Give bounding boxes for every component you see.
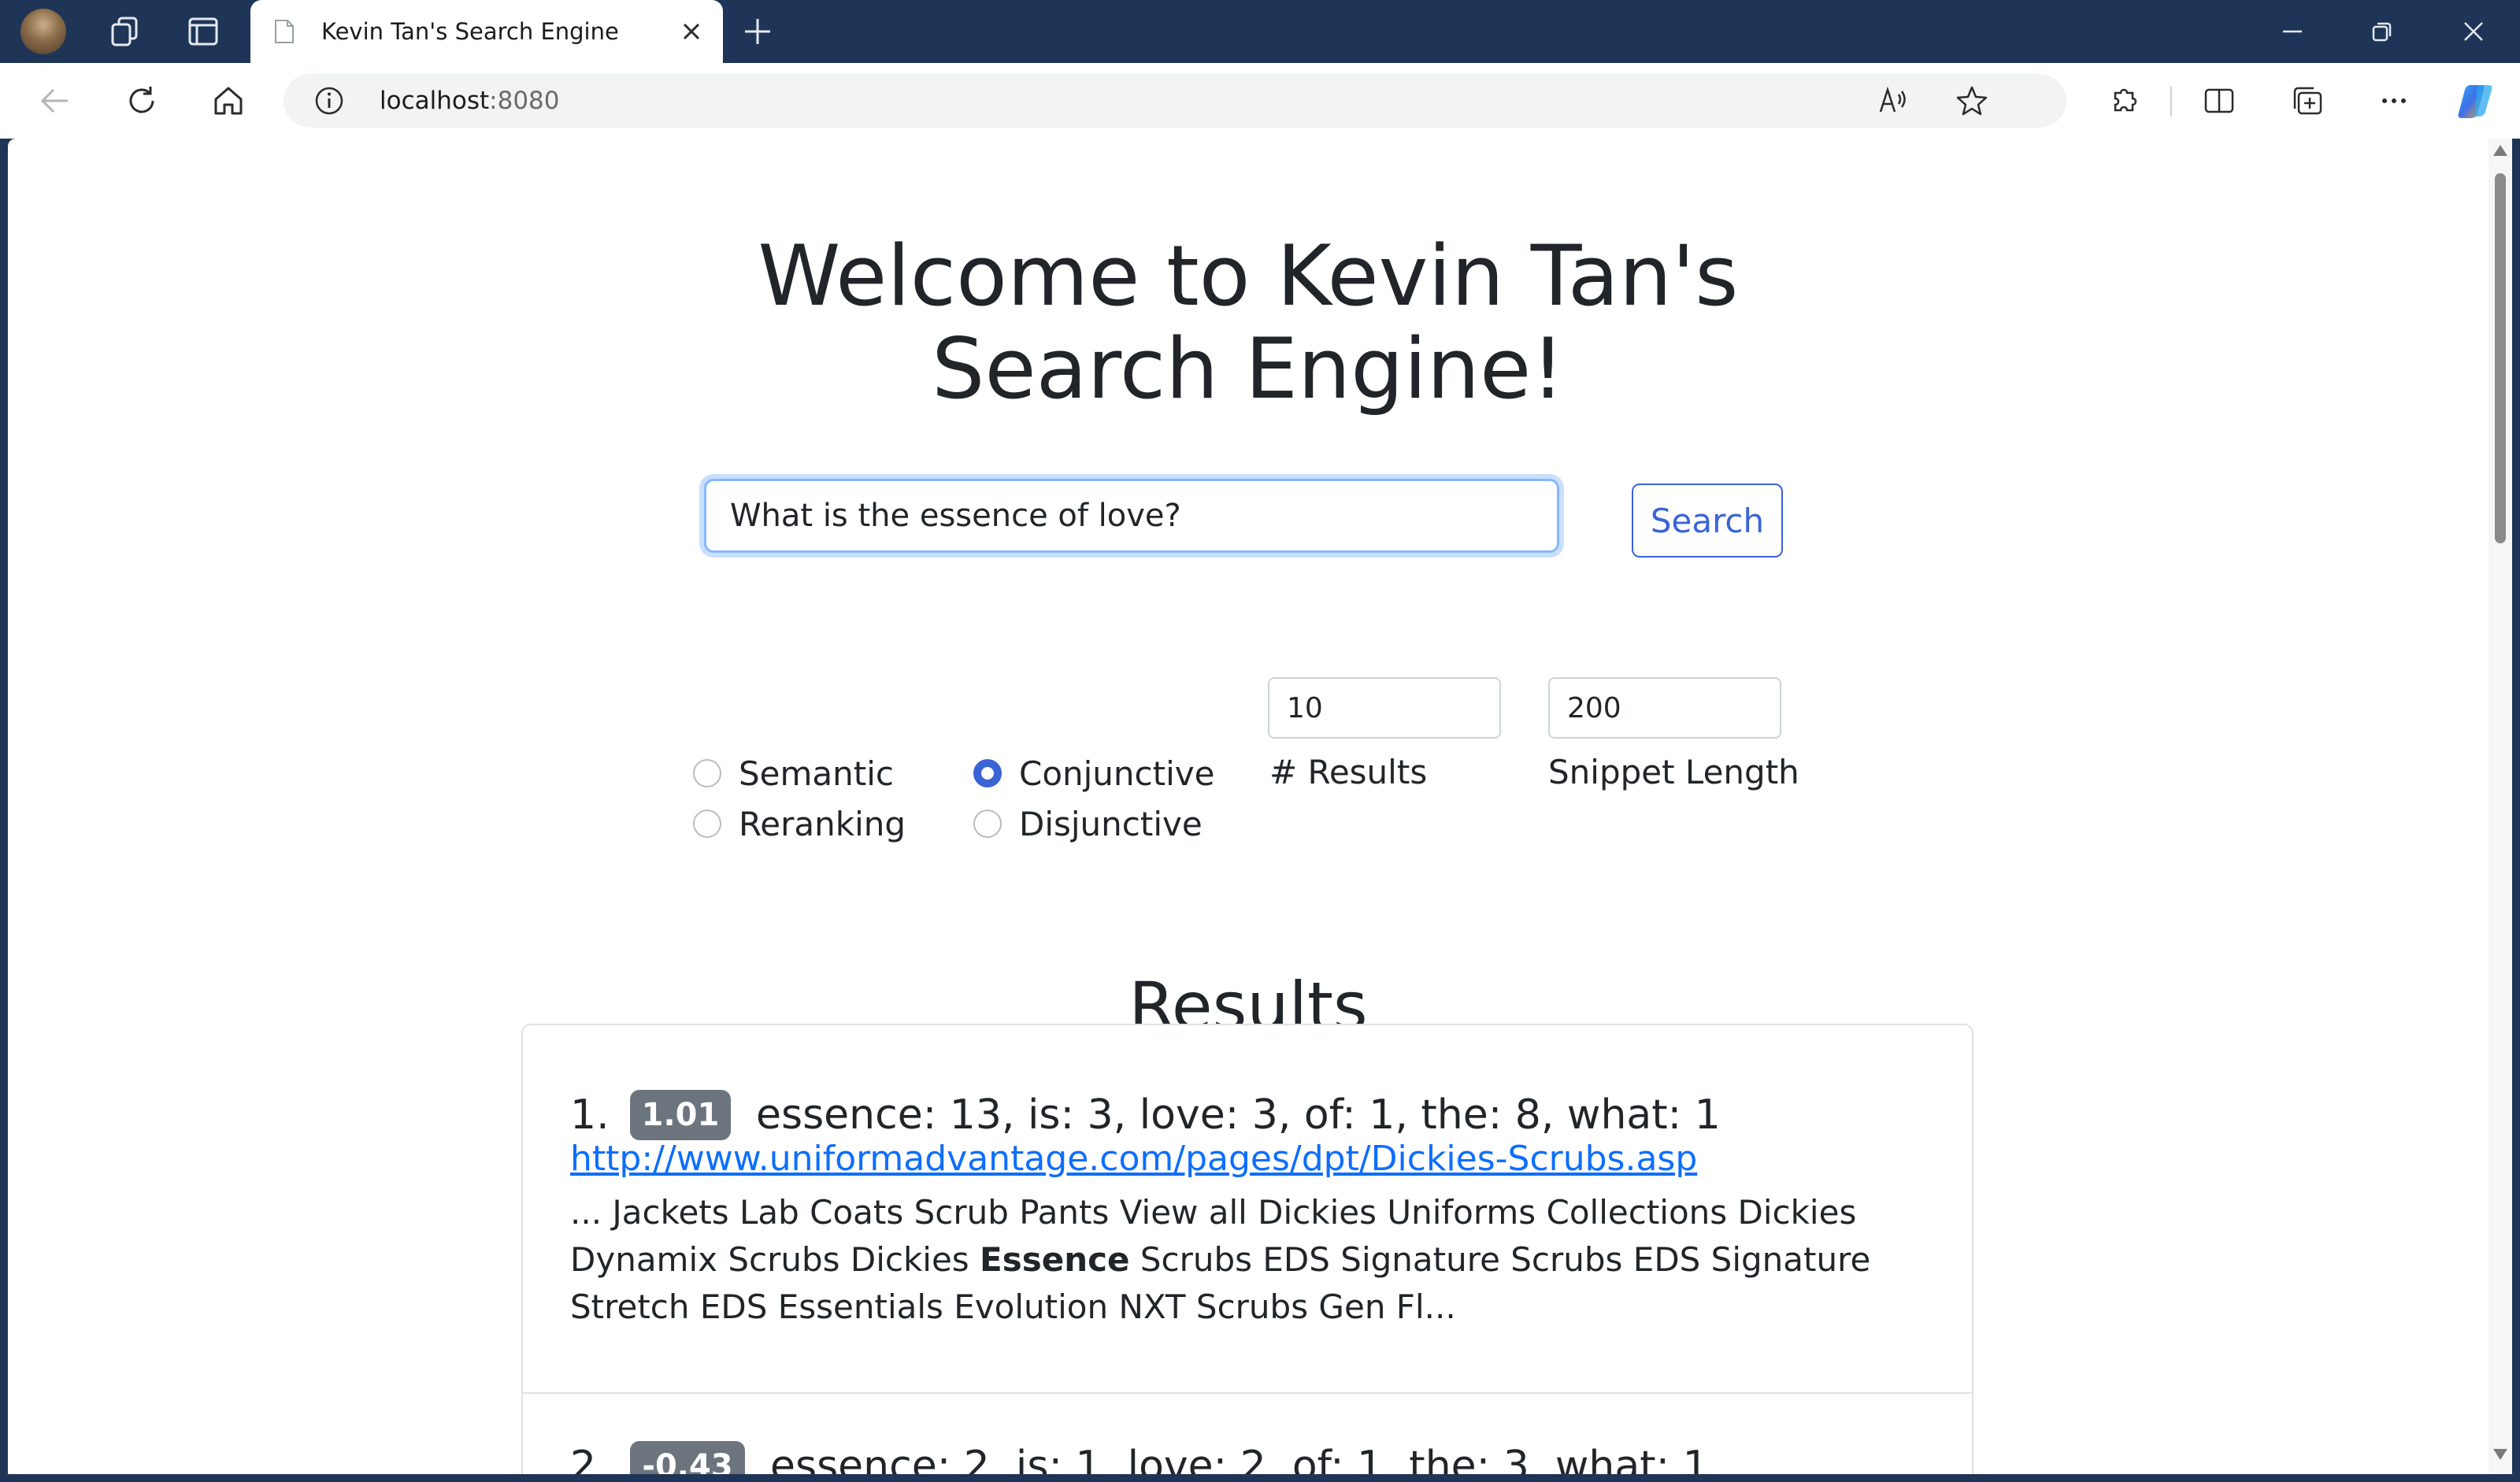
minimize-button[interactable] [2249, 0, 2336, 63]
address-bar[interactable]: localhost:8080 [284, 74, 2066, 128]
collections-icon [2293, 87, 2322, 115]
result-item: 2. -0.43 essence: 2, is: 1, love: 2, of:… [523, 1394, 1972, 1474]
restore-button[interactable] [2339, 0, 2426, 63]
term-counts: essence: 13, is: 3, love: 3, of: 1, the:… [756, 1091, 1721, 1139]
close-window-button[interactable] [2430, 0, 2517, 63]
radio-reranking-label: Reranking [739, 804, 906, 843]
result-item: 1. 1.01 essence: 13, is: 3, love: 3, of:… [523, 1025, 1972, 1394]
radio-conjunctive-circle[interactable] [973, 759, 1002, 787]
tab-active[interactable]: Kevin Tan's Search Engine [250, 0, 723, 63]
split-screen-button[interactable] [2192, 74, 2246, 128]
more-menu-button[interactable] [2367, 74, 2421, 128]
term-counts: essence: 2, is: 1, love: 2, of: 1, the: … [770, 1443, 1709, 1474]
back-button[interactable] [28, 74, 82, 128]
results-list: 1. 1.01 essence: 13, is: 3, love: 3, of:… [521, 1024, 1973, 1474]
radio-conjunctive-label: Conjunctive [1019, 754, 1215, 793]
snippet-length-input[interactable] [1548, 677, 1781, 739]
collections-button[interactable] [2281, 74, 2334, 128]
tab-title: Kevin Tan's Search Engine [321, 18, 619, 45]
snippet-length-label: Snippet Length [1548, 753, 1799, 791]
refresh-button[interactable] [115, 74, 169, 128]
vertical-scrollbar[interactable] [2488, 139, 2512, 1474]
favorite-star-icon[interactable] [1956, 85, 1988, 117]
minimize-icon [2283, 30, 2302, 33]
refresh-icon [129, 87, 154, 113]
radio-semantic-circle[interactable] [693, 759, 721, 787]
more-dots-icon [2382, 98, 2406, 103]
page-viewport: Welcome to Kevin Tan's Search Engine! Se… [8, 139, 2488, 1474]
url-text[interactable]: localhost:8080 [380, 74, 560, 128]
profile-avatar[interactable] [20, 9, 66, 54]
copilot-button[interactable] [2449, 74, 2503, 128]
result-rank: 1. [570, 1091, 610, 1139]
page-favicon-icon [275, 20, 294, 43]
read-aloud-icon[interactable] [1877, 85, 1909, 117]
num-results-label: # Results [1269, 753, 1428, 791]
num-results-input[interactable] [1268, 677, 1501, 739]
search-input[interactable] [704, 479, 1559, 553]
radio-reranking-circle[interactable] [693, 810, 721, 838]
workspaces-icon[interactable] [98, 0, 151, 63]
search-button[interactable]: Search [1632, 484, 1783, 558]
home-icon [214, 87, 243, 115]
result-link[interactable]: http://www.uniformadvantage.com/pages/dp… [570, 1136, 1697, 1183]
radio-disjunctive[interactable]: Disjunctive [973, 800, 1203, 847]
close-tab-icon[interactable] [676, 16, 707, 47]
url-port: :8080 [489, 87, 560, 115]
score-badge: 1.01 [630, 1090, 731, 1140]
copilot-icon [2458, 85, 2492, 118]
scroll-up-arrow-icon[interactable] [2493, 145, 2507, 156]
site-info-icon[interactable] [313, 85, 345, 117]
radio-reranking[interactable]: Reranking [693, 800, 906, 847]
radio-semantic-label: Semantic [739, 754, 894, 793]
page-title-line1: Welcome to Kevin Tan's [758, 228, 1739, 324]
scroll-down-arrow-icon[interactable] [2493, 1449, 2507, 1460]
tab-actions-icon[interactable] [176, 0, 230, 63]
url-host: localhost [380, 87, 490, 115]
radio-disjunctive-circle[interactable] [973, 810, 1002, 838]
plus-icon [745, 19, 770, 44]
page-title-line2: Search Engine! [932, 320, 1565, 417]
result-snippet: ... Jackets Lab Coats Scrub Pants View a… [570, 1189, 1933, 1331]
scrollbar-thumb[interactable] [2495, 173, 2506, 543]
toolbar: localhost:8080 [0, 63, 2520, 139]
new-tab-button[interactable] [732, 0, 783, 63]
radio-conjunctive[interactable]: Conjunctive [973, 750, 1214, 797]
toolbar-separator [2170, 87, 2172, 117]
split-screen-icon [2204, 88, 2234, 113]
window-bottom-edge [0, 1474, 2520, 1482]
home-button[interactable] [202, 74, 255, 128]
radio-disjunctive-label: Disjunctive [1019, 804, 1203, 843]
puzzle-icon [2114, 88, 2137, 112]
radio-semantic[interactable]: Semantic [693, 750, 894, 797]
result-rank: 2. [570, 1443, 610, 1474]
back-arrow-icon [40, 88, 68, 113]
restore-icon [2372, 22, 2392, 42]
extensions-button[interactable] [2098, 74, 2151, 128]
close-icon [2464, 22, 2483, 41]
snippet-highlight: Essence [980, 1240, 1130, 1279]
page-title: Welcome to Kevin Tan's Search Engine! [8, 230, 2488, 416]
tab-strip: Kevin Tan's Search Engine [0, 0, 2520, 63]
score-badge: -0.43 [630, 1441, 745, 1474]
